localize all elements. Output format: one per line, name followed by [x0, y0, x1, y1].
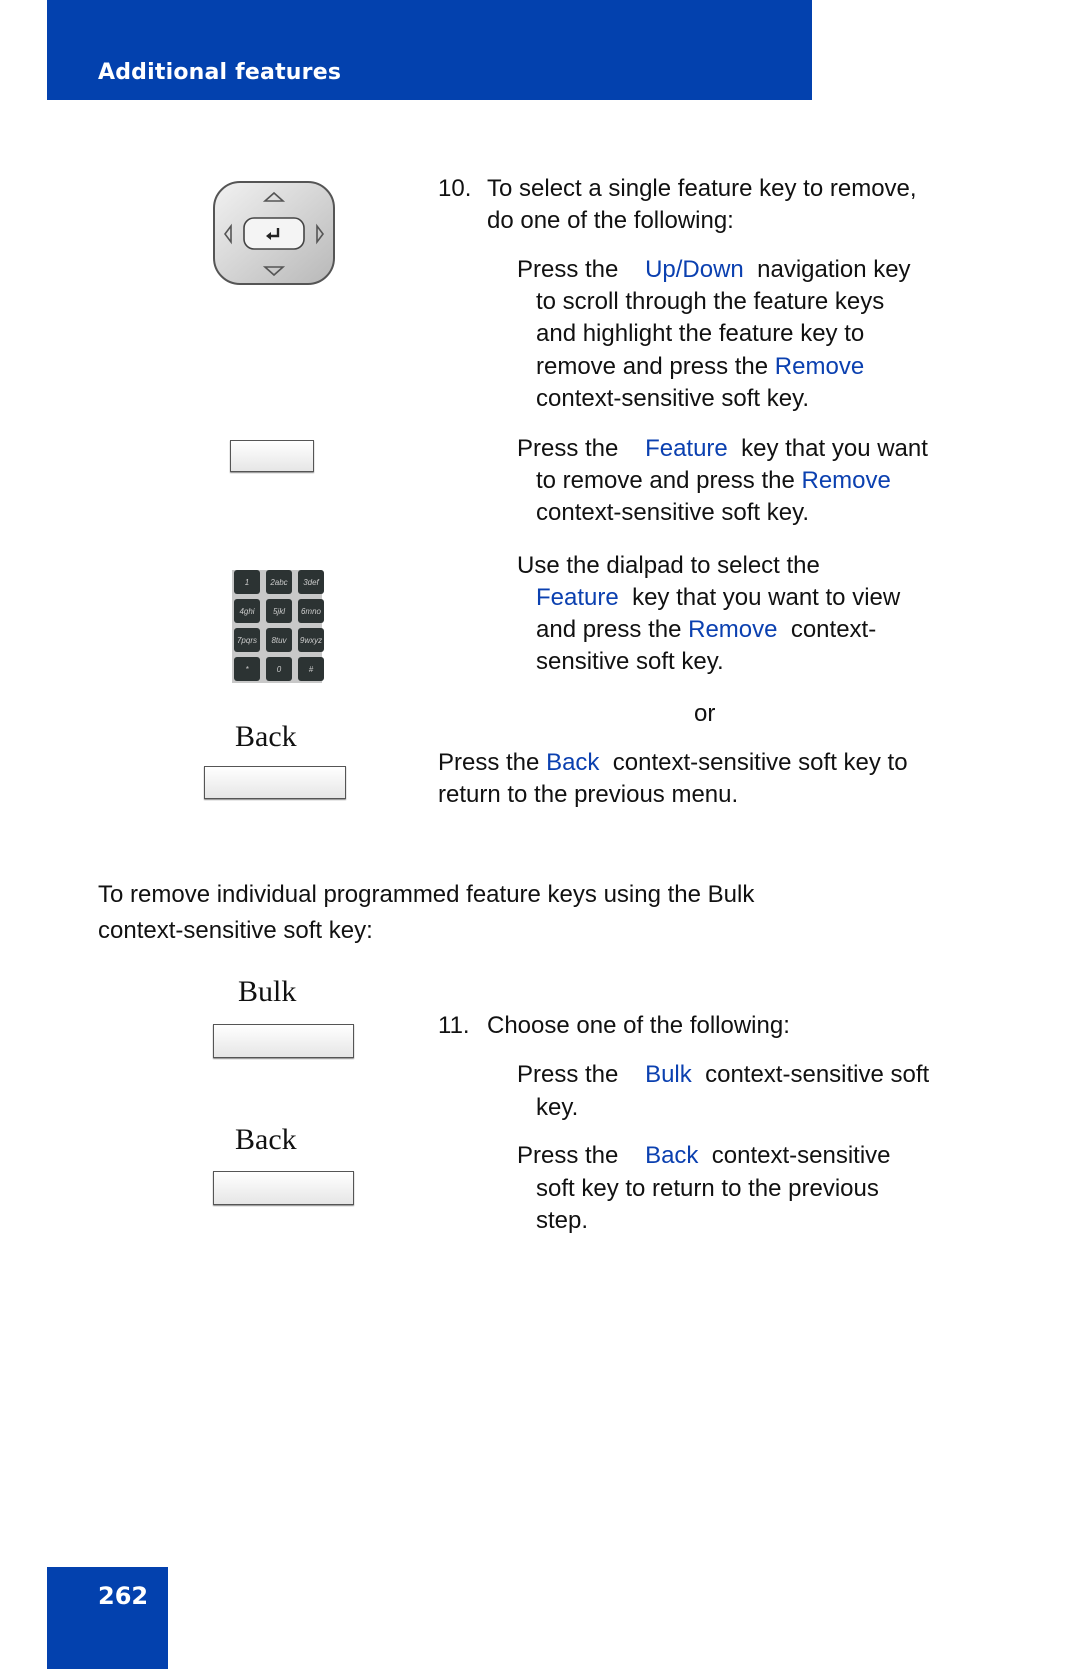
- remove-key-ref: Remove: [774, 353, 865, 380]
- option-text: and press the: [536, 616, 682, 643]
- option-text: to scroll through the feature keys: [536, 288, 885, 315]
- option-feature: Press the Feature key that you want: [517, 432, 928, 465]
- option-text: Press the: [517, 256, 619, 283]
- option-text: context-sensitive soft key.: [536, 499, 809, 526]
- intro-line1: To remove individual programmed feature …: [98, 881, 755, 908]
- option-text: Press the: [438, 749, 540, 776]
- dialpad-key: 4ghi: [234, 599, 260, 623]
- option-text: remove and press the: [536, 353, 769, 380]
- bulk-key-ref: Bulk: [645, 1061, 692, 1088]
- option-text: to remove and press the: [536, 467, 795, 494]
- dialpad-key: 7pqrs: [234, 628, 260, 652]
- dialpad-key: 8tuv: [266, 628, 292, 652]
- feature-key-icon: [230, 440, 314, 472]
- option-updown: Press the Up/Down navigation key: [517, 253, 911, 286]
- or-separator: or: [694, 700, 716, 727]
- feature-key-ref: Feature: [536, 584, 619, 611]
- option-back: Press the Back context-sensitive: [517, 1139, 891, 1172]
- back-softkey-label-2: Back: [235, 1123, 297, 1156]
- option-bulk: Press the Bulk context-sensitive soft: [517, 1058, 929, 1091]
- option-text: soft key to return to the previous: [536, 1175, 879, 1202]
- remove-key-ref: Remove: [801, 467, 891, 494]
- option-text: context-sensitive soft key to: [612, 749, 908, 776]
- option-text-line: to remove and press the Remove: [536, 464, 891, 497]
- dialpad-key: #: [298, 657, 324, 681]
- navigation-cluster-icon: [213, 181, 335, 285]
- back-instruction: Press the Back context-sensitive soft ke…: [438, 746, 908, 779]
- feature-key-ref: Feature: [645, 435, 728, 462]
- option-text: sensitive soft key.: [536, 648, 724, 675]
- option-text: context-sensitive soft key.: [536, 385, 809, 412]
- option-text: key.: [536, 1094, 579, 1121]
- dialpad-key: 5jkl: [266, 599, 292, 623]
- bulk-softkey-icon: [213, 1024, 354, 1058]
- option-text: key that you want to view: [632, 584, 901, 611]
- option-text-line: Feature key that you want to view: [536, 581, 900, 614]
- option-text: and highlight the feature key to: [536, 320, 865, 347]
- option-text: Use the dialpad to select the: [517, 552, 820, 579]
- step-10-line1: To select a single feature key to remove…: [487, 175, 917, 202]
- step-10-number: 10.: [438, 175, 472, 202]
- updown-key-ref: Up/Down: [645, 256, 744, 283]
- option-text: key that you want: [741, 435, 928, 462]
- dialpad-key: 3def: [298, 570, 324, 594]
- option-text: context-sensitive soft: [705, 1061, 930, 1088]
- step-11-number: 11.: [438, 1012, 470, 1039]
- dialpad-icon: 1 2abc 3def 4ghi 5jkl 6mno 7pqrs 8tuv 9w…: [232, 570, 324, 683]
- option-text: context-: [790, 616, 877, 643]
- option-text: navigation key: [757, 256, 911, 283]
- option-text-line: remove and press the Remove: [536, 350, 864, 383]
- back-softkey-label: Back: [235, 720, 297, 753]
- step-10-line2: do one of the following:: [487, 207, 734, 234]
- back-softkey-icon-2: [213, 1171, 354, 1205]
- option-text: return to the previous menu.: [438, 781, 739, 808]
- option-text-line: and press the Remove context-: [536, 613, 876, 646]
- dialpad-key: 9wxyz: [298, 628, 324, 652]
- step-11-line1: Choose one of the following:: [487, 1012, 790, 1039]
- dialpad-key: 2abc: [266, 570, 292, 594]
- remove-key-ref: Remove: [688, 616, 778, 643]
- option-text: Press the: [517, 1142, 619, 1169]
- back-key-ref: Back: [645, 1142, 699, 1169]
- dialpad-key: *: [234, 657, 260, 681]
- option-text: Press the: [517, 1061, 619, 1088]
- page-number: 262: [98, 1582, 149, 1610]
- dialpad-key: 1: [234, 570, 260, 594]
- dialpad-key: 6mno: [298, 599, 324, 623]
- intro-line2: context-sensitive soft key:: [98, 917, 373, 944]
- dialpad-key: 0: [266, 657, 292, 681]
- option-text: context-sensitive: [711, 1142, 891, 1169]
- back-softkey-icon: [204, 766, 346, 799]
- bulk-softkey-label: Bulk: [238, 975, 297, 1008]
- section-title: Additional features: [98, 60, 342, 85]
- option-text: step.: [536, 1207, 589, 1234]
- header-bar: [47, 0, 812, 100]
- option-text: Press the: [517, 435, 619, 462]
- back-key-ref: Back: [546, 749, 600, 776]
